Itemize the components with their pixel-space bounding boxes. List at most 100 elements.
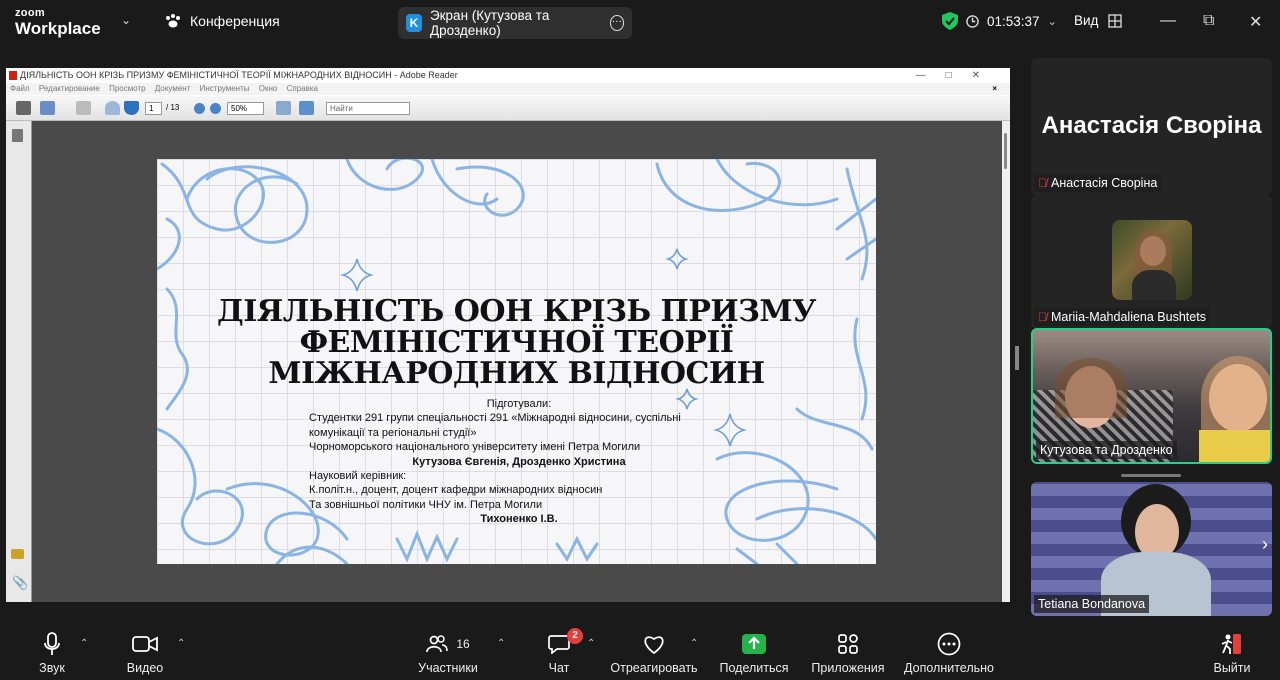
chevron-down-icon[interactable]: ⌄ xyxy=(1048,15,1057,28)
screen-share-indicator[interactable]: K Экран (Кутузова та Дрозденко) ··· xyxy=(398,7,632,39)
restore-icon[interactable]: ⧉ xyxy=(1203,12,1214,30)
prepared-label: Підготували: xyxy=(486,398,552,410)
reader-toolbar: 1 / 13 50% Найти xyxy=(6,96,1010,121)
sharer-avatar: K xyxy=(406,14,422,32)
mic-muted-icon: 🎙̸ xyxy=(1038,176,1047,190)
menu-tools[interactable]: Инструменты xyxy=(200,84,250,93)
grid-view-icon xyxy=(1108,13,1123,28)
reader-scrollbar[interactable] xyxy=(1002,121,1010,602)
video-label: Видео xyxy=(126,661,164,675)
chevron-up-icon[interactable]: ⌃ xyxy=(690,638,698,649)
slide-title-line: ФЕМІНІСТИЧНОЇ ТЕОРІЇ xyxy=(299,325,734,360)
pages-panel-icon[interactable] xyxy=(12,129,23,142)
participants-button[interactable]: 16 Участники xyxy=(416,630,480,675)
more-label: Дополнительно xyxy=(904,661,994,675)
participant-display-name: Анастасія Своріна xyxy=(1041,112,1262,139)
slide-title-line: ДІЯЛЬНІСТЬ ООН КРІЗЬ ПРИЗМУ xyxy=(217,294,816,329)
meeting-info-button[interactable]: Конференция xyxy=(164,13,280,29)
paw-icon xyxy=(166,14,180,28)
close-icon[interactable]: ✕ xyxy=(1249,12,1262,32)
participant-name-chip: Кутузова та Дрозденко xyxy=(1036,441,1177,459)
zoom-select[interactable]: 50% xyxy=(227,102,264,115)
top-bar: zoom Workplace ⌄ Конференция K Экран (Ку… xyxy=(0,0,1280,44)
panel-resize-handle[interactable] xyxy=(1015,346,1019,370)
avatar xyxy=(1112,220,1192,300)
meeting-toolbar: Звук ⌃ Видео ⌃ 16 Участники ⌃ 2 Чат ⌃ От… xyxy=(0,622,1280,680)
advisor-label: Науковий керівник: xyxy=(309,470,407,483)
participants-icon: 16 xyxy=(416,630,480,658)
email-icon[interactable] xyxy=(40,101,55,115)
zoom-workplace-logo[interactable]: zoom Workplace xyxy=(15,7,101,38)
participants-panel: Анастасія Своріна 🎙̸ Анастасія Своріна 🎙… xyxy=(1031,58,1272,622)
chevron-up-icon[interactable]: ⌃ xyxy=(177,638,185,649)
zoom-in-icon[interactable] xyxy=(210,103,221,114)
minimize-icon[interactable]: — xyxy=(1160,12,1176,30)
camera-icon xyxy=(124,630,166,658)
zoom-out-icon[interactable] xyxy=(194,103,205,114)
leave-icon xyxy=(1212,630,1252,658)
fit-page-icon[interactable] xyxy=(276,101,291,115)
hand-icon[interactable] xyxy=(76,101,91,115)
video-tile[interactable]: › Tetiana Bondanova xyxy=(1031,482,1272,616)
arrow-up-icon[interactable] xyxy=(105,101,120,115)
fit-width-icon[interactable] xyxy=(299,101,314,115)
share-screen-button[interactable]: Поделиться xyxy=(719,630,789,675)
chevron-up-icon[interactable]: ⌃ xyxy=(497,638,505,649)
participant-name: Кутузова та Дрозденко xyxy=(1040,443,1173,457)
chat-unread-badge: 2 xyxy=(567,628,583,644)
scroll-thumb[interactable] xyxy=(1004,133,1007,169)
chevron-right-icon[interactable]: › xyxy=(1262,534,1268,555)
more-options-icon[interactable]: ··· xyxy=(609,15,624,31)
find-input[interactable]: Найти xyxy=(326,102,410,115)
chat-icon: 2 xyxy=(544,628,583,658)
chevron-up-icon[interactable]: ⌃ xyxy=(587,638,595,649)
view-button[interactable]: Вид xyxy=(1074,13,1123,28)
chevron-up-icon[interactable]: ⌃ xyxy=(80,638,88,649)
menu-file[interactable]: Файл xyxy=(10,84,30,93)
paperclip-icon[interactable]: 📎 xyxy=(12,575,28,591)
reader-window-controls[interactable]: —□✕ xyxy=(916,68,1000,83)
participant-name: Tetiana Bondanova xyxy=(1038,597,1146,611)
react-button[interactable]: Отреагировать xyxy=(610,630,698,675)
microphone-icon xyxy=(36,630,68,658)
participants-count: 16 xyxy=(456,637,470,651)
menu-edit[interactable]: Редактирование xyxy=(39,84,100,93)
video-tile[interactable]: 🎙̸ Mariia-Mahdaliena Bushtets xyxy=(1031,195,1272,329)
chat-label: Чат xyxy=(548,661,570,675)
logo-line1: zoom xyxy=(15,7,45,19)
participant-name: Анастасія Своріна xyxy=(1051,176,1158,190)
participant-name-chip: 🎙̸ Mariia-Mahdaliena Bushtets xyxy=(1034,308,1210,326)
leave-label: Выйти xyxy=(1213,661,1251,675)
video-button[interactable]: Видео xyxy=(124,630,166,675)
more-button[interactable]: Дополнительно xyxy=(901,630,997,675)
meeting-label: Конференция xyxy=(190,13,280,29)
chevron-down-icon[interactable]: ⌄ xyxy=(121,13,131,27)
participant-name-chip: 🎙̸ Анастасія Своріна xyxy=(1034,174,1162,192)
advisor-text: Та зовнішньої політики ЧНУ ім. Петра Мог… xyxy=(309,498,543,511)
view-label: Вид xyxy=(1074,13,1099,28)
advisor-name: Тихоненко І.В. xyxy=(480,513,558,526)
menu-window[interactable]: Окно xyxy=(259,84,278,93)
menu-view[interactable]: Просмотр xyxy=(109,84,146,93)
leave-button[interactable]: Выйти xyxy=(1212,630,1252,675)
video-tile[interactable]: Анастасія Своріна 🎙̸ Анастасія Своріна xyxy=(1031,58,1272,195)
apps-button[interactable]: Приложения xyxy=(809,630,887,675)
print-icon[interactable] xyxy=(16,101,31,115)
arrow-down-icon[interactable] xyxy=(124,101,139,115)
comments-icon[interactable] xyxy=(11,549,24,559)
shield-check-icon[interactable] xyxy=(942,12,958,30)
slide-title: ДІЯЛЬНІСТЬ ООН КРІЗЬ ПРИЗМУ ФЕМІНІСТИЧНО… xyxy=(157,296,876,389)
reader-document-area: 📎 ДІЯЛЬНІСТЬ ООН КРІЗЬ ПРИЗМУ ФЕМІНІСТИЧ… xyxy=(6,121,1010,602)
reader-sidebar: 📎 xyxy=(6,121,32,602)
shared-screen: ДІЯЛЬНІСТЬ ООН КРІЗЬ ПРИЗМУ ФЕМІНІСТИЧНО… xyxy=(6,68,1010,602)
participant-name: Mariia-Mahdaliena Bushtets xyxy=(1051,310,1206,324)
video-tile-active-speaker[interactable]: Кутузова та Дрозденко xyxy=(1031,328,1272,464)
scroll-indicator[interactable] xyxy=(1121,474,1181,477)
chat-button[interactable]: 2 Чат xyxy=(544,628,583,675)
menu-help[interactable]: Справка xyxy=(287,84,318,93)
menu-document[interactable]: Документ xyxy=(155,84,191,93)
page-number-input[interactable]: 1 xyxy=(145,102,162,115)
meeting-timer[interactable]: 01:53:37 ⌄ xyxy=(942,12,1057,30)
audio-button[interactable]: Звук xyxy=(36,630,68,675)
close-document-icon[interactable]: × xyxy=(992,83,997,95)
